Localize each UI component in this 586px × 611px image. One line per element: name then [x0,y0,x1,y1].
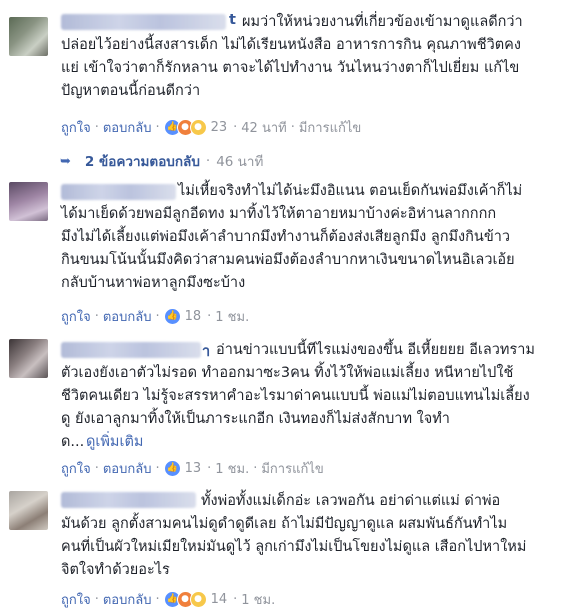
like-button[interactable]: ถูกใจ [61,458,91,479]
like-reaction-icon: 👍 [163,459,181,477]
comment-time[interactable]: 1 ชม. [215,306,249,327]
reaction-summary[interactable]: 👍 [163,459,181,477]
avatar[interactable] [9,339,48,378]
reply-button[interactable]: ตอบกลับ [103,306,152,327]
replies-time: 46 นาที [216,154,264,170]
avatar[interactable] [9,491,48,530]
avatar[interactable] [9,182,48,221]
comment-text: ผมว่าให้หน่วยงานที่เกี่ยวข้องเข้ามาดูแลด… [61,14,523,99]
reply-button[interactable]: ตอบกลับ [103,589,152,610]
view-replies[interactable]: ➥ 2 ข้อความตอบกลับ · 46 นาที [60,150,263,172]
comment-time[interactable]: 1 ชม. [215,458,249,479]
comment-text: ทั้งพ่อทั้งแม่เด็กอ่ะ เลวพอกัน อย่าด่าแต… [61,493,527,578]
sad-reaction-icon: ● [189,590,207,608]
reaction-summary[interactable]: 👍 ● ● [163,118,207,136]
like-reaction-icon: 👍 [163,307,181,325]
comment-actions: ถูกใจ · ตอบกลับ · 👍 ● ● 14 · 1 ชม. [61,589,275,609]
reply-arrow-icon: ➥ [60,153,71,169]
comment-time[interactable]: 42 นาที [241,117,286,138]
comment-time[interactable]: 1 ชม. [241,589,275,610]
reply-button[interactable]: ตอบกลับ [103,117,152,138]
like-button[interactable]: ถูกใจ [61,117,91,138]
like-button[interactable]: ถูกใจ [61,306,91,327]
like-button[interactable]: ถูกใจ [61,589,91,610]
comment-actions: ถูกใจ · ตอบกลับ · 👍 18 · 1 ชม. [61,306,249,326]
reaction-summary[interactable]: 👍 ● ● [163,590,207,608]
avatar[interactable] [9,17,48,56]
reaction-count[interactable]: 14 [211,592,228,607]
edited-label[interactable]: มีการแก้ไข [299,117,361,138]
see-more-link[interactable]: ดูเพิ่มเติม [86,431,143,454]
reaction-count[interactable]: 13 [185,461,202,476]
reply-button[interactable]: ตอบกลับ [103,458,152,479]
comment-actions: ถูกใจ · ตอบกลับ · 👍 13 · 1 ชม. · มีการแก… [61,458,324,478]
comment-actions: ถูกใจ · ตอบกลับ · 👍 ● ● 23 · 42 นาที · ม… [61,117,361,137]
reaction-summary[interactable]: 👍 [163,307,181,325]
reaction-count[interactable]: 18 [185,309,202,324]
reaction-count[interactable]: 23 [211,120,228,135]
replies-count-link[interactable]: 2 ข้อความตอบกลับ [85,150,200,172]
comment-text: ไม่เหี้ยจริงทำไม่ได้น่ะมึงอิแนน ตอนเย็ดก… [61,183,523,291]
edited-label[interactable]: มีการแก้ไข [261,458,323,479]
sad-reaction-icon: ● [189,118,207,136]
